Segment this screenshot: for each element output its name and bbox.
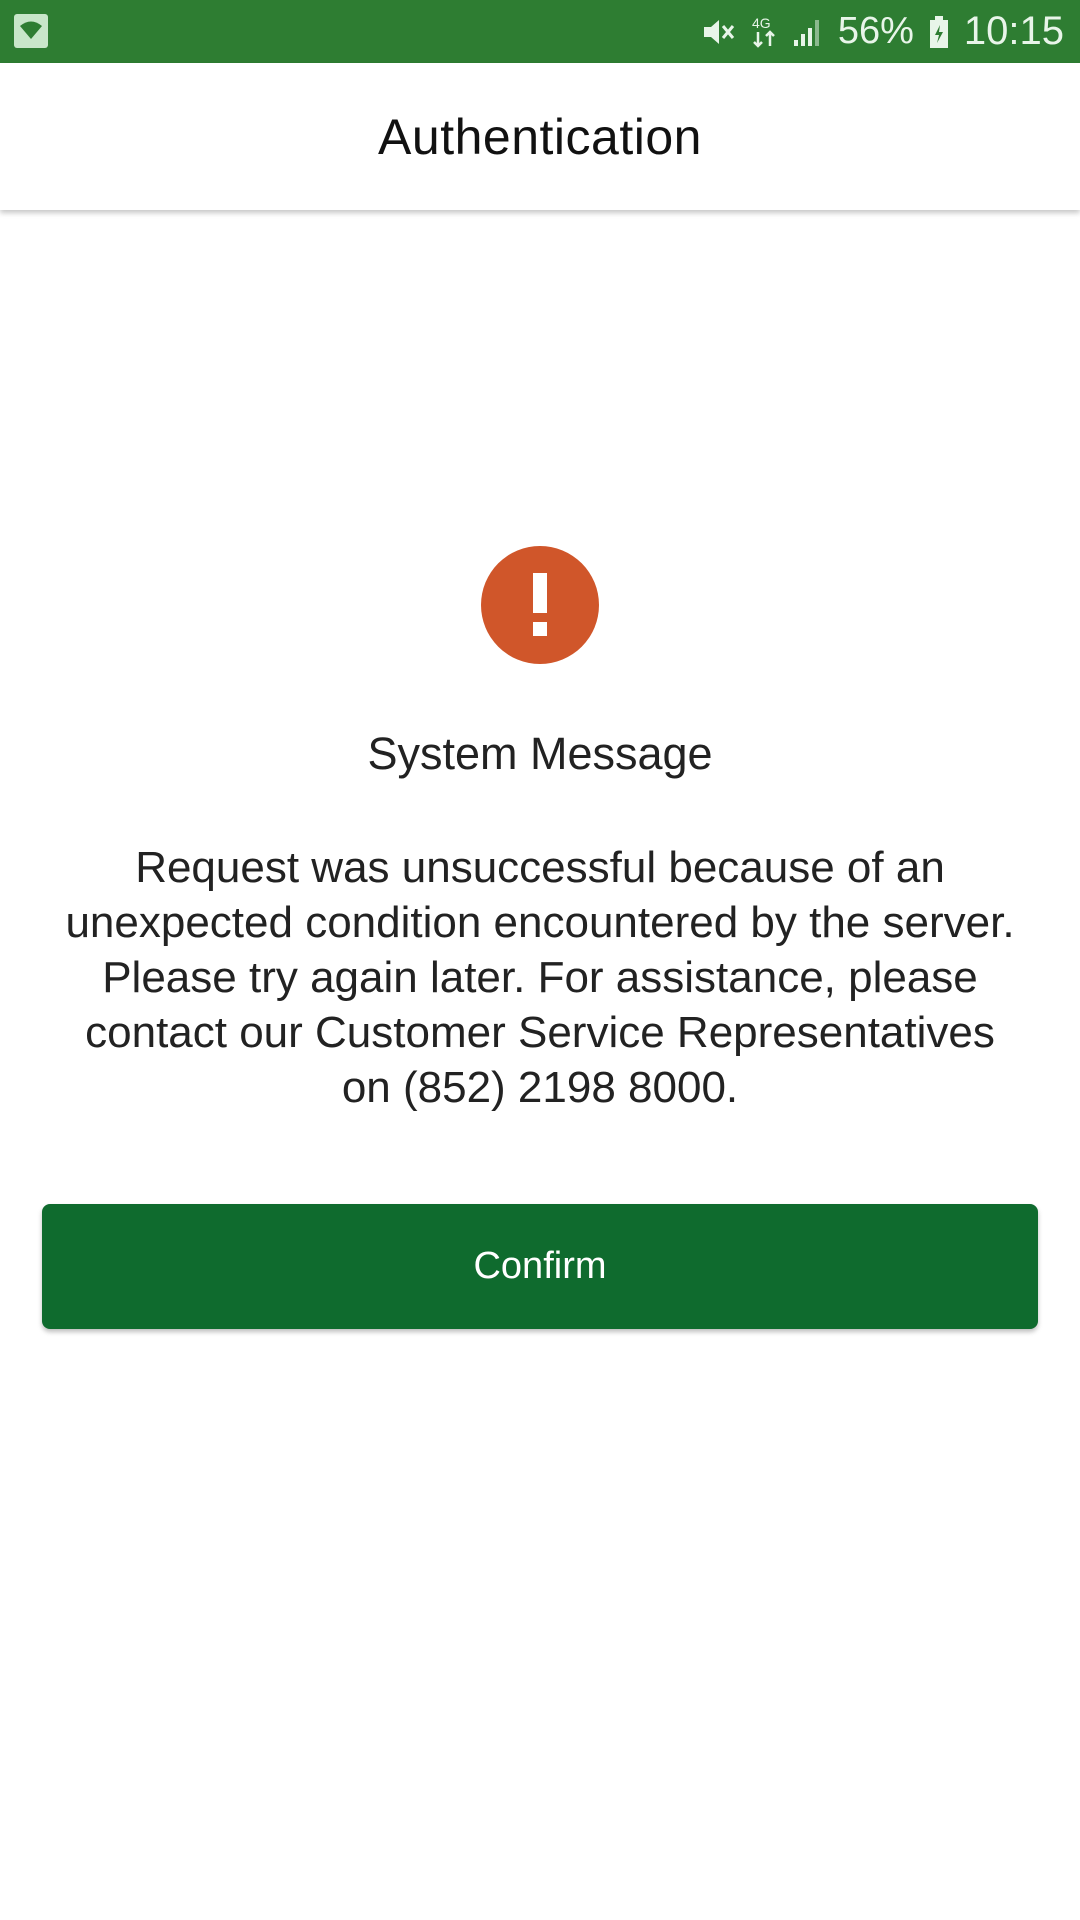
network-label: 4G (752, 15, 771, 31)
battery-percent: 56% (837, 10, 914, 52)
confirm-button[interactable]: Confirm (42, 1204, 1038, 1329)
page-title: Authentication (378, 108, 702, 165)
alert-icon (481, 546, 599, 664)
app-bar: Authentication (0, 63, 1080, 210)
wifi-icon (14, 14, 48, 48)
clock: 10:15 (963, 9, 1064, 53)
message-title: System Message (367, 728, 713, 779)
signal-icon (792, 16, 824, 48)
status-bar: 4G 56% 10:15 (0, 0, 1080, 63)
status-icons: 4G 56% 10:15 (700, 0, 1064, 63)
battery-icon (928, 15, 950, 49)
message-body: Request was unsuccessful because of an u… (65, 843, 1015, 1112)
network-4g-icon: 4G (750, 14, 778, 50)
mute-icon (700, 15, 736, 49)
